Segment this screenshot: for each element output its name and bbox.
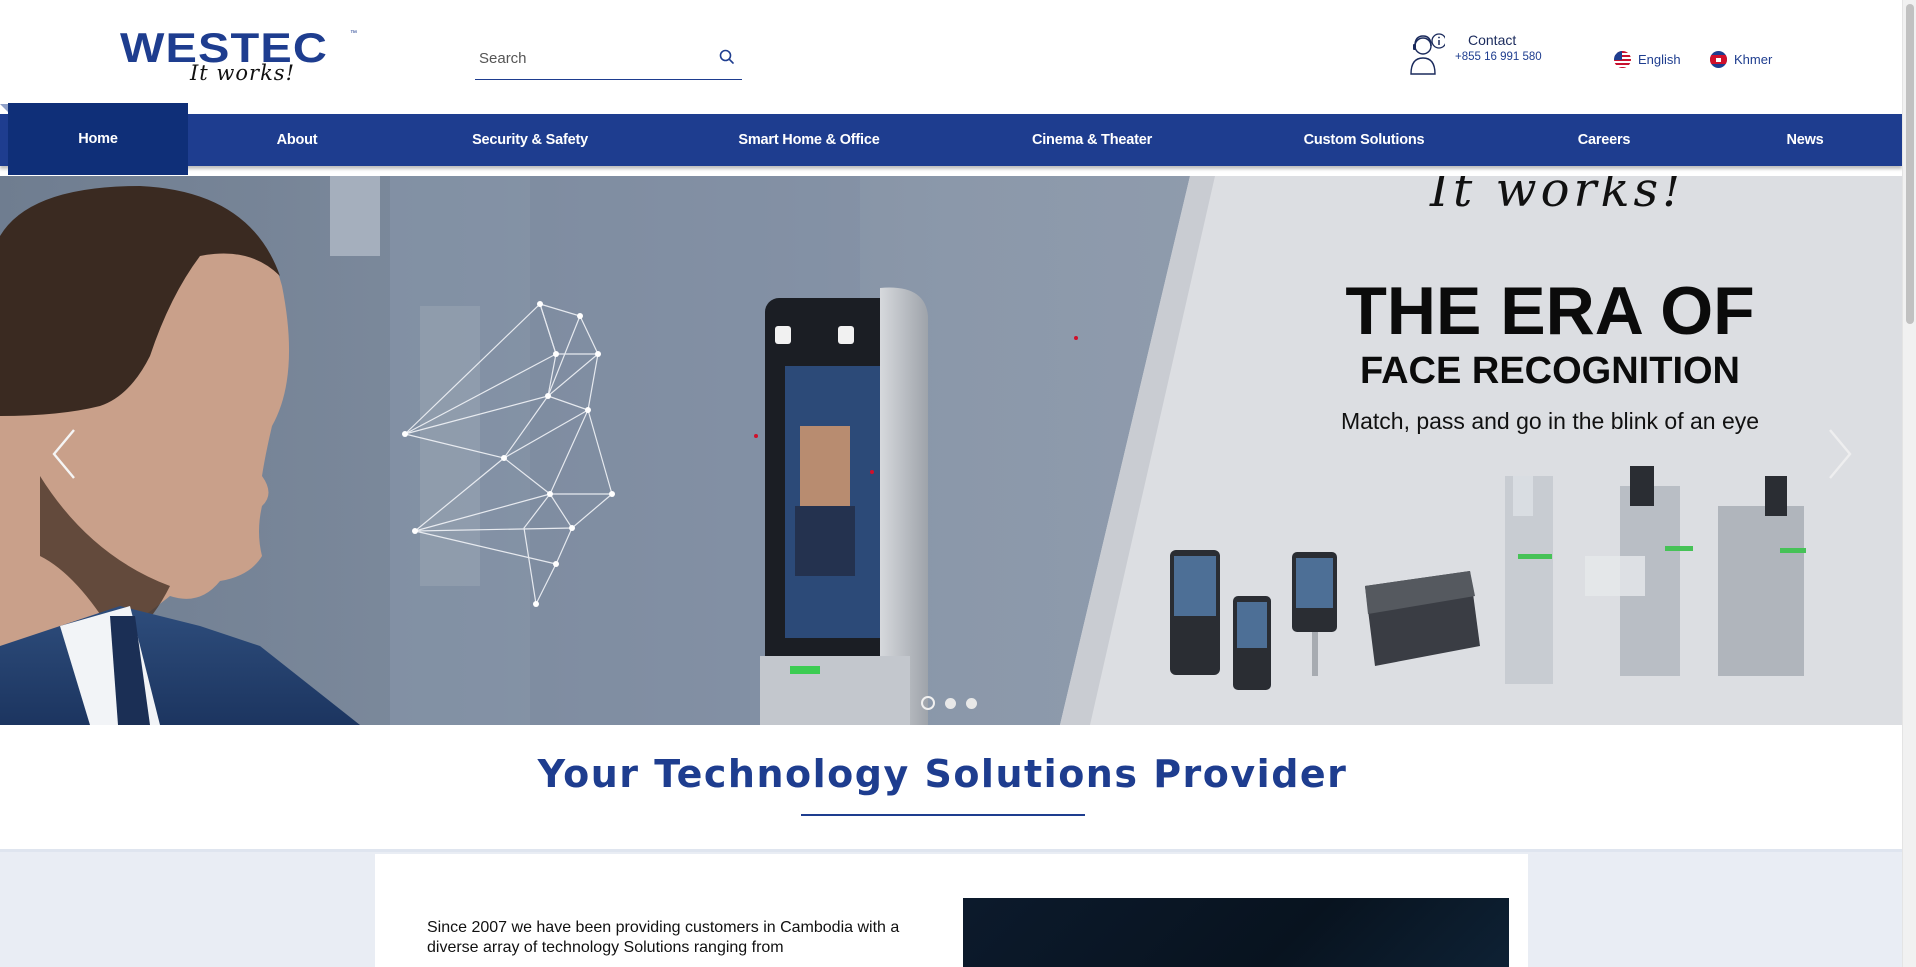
page-scrollbar[interactable] <box>1902 0 1916 967</box>
nav-item-smart-home-office[interactable]: Smart Home & Office <box>728 114 890 166</box>
hero-script-text: It works! <box>1430 176 1686 218</box>
nav-item-about[interactable]: About <box>247 114 347 166</box>
slider-dot-1[interactable] <box>921 696 935 710</box>
about-card: Since 2007 we have been providing custom… <box>375 854 1528 967</box>
heading-underline <box>801 814 1085 816</box>
nav-item-news[interactable]: News <box>1770 114 1840 166</box>
contact-widget[interactable]: Contact +855 16 991 580 <box>1405 28 1585 82</box>
nav-item-home[interactable]: Home <box>8 103 188 175</box>
slider-pagination <box>921 696 977 710</box>
slider-prev-arrow-icon[interactable] <box>46 424 86 484</box>
hero-subheadline: FACE RECOGNITION <box>1359 350 1741 392</box>
main-nav: Home About Security & Safety Smart Home … <box>0 103 1902 175</box>
slider-dot-3[interactable] <box>966 697 977 709</box>
nav-item-custom-solutions[interactable]: Custom Solutions <box>1296 114 1432 166</box>
hero-tagline: Match, pass and go in the blink of an ey… <box>1340 408 1760 434</box>
page: WESTEC ™ It works! Contact +855 16 991 5… <box>0 0 1902 967</box>
contact-title: Contact <box>1468 32 1517 48</box>
scrollbar-thumb[interactable] <box>1906 4 1914 324</box>
logo-tagline: It works! <box>190 61 296 85</box>
slider-dot-2[interactable] <box>945 697 956 709</box>
hero-headline: THE ERA OF <box>1345 273 1755 349</box>
westec-logo[interactable]: WESTEC ™ It works! <box>120 27 365 88</box>
search-box <box>475 40 742 80</box>
search-input[interactable] <box>479 46 699 70</box>
contact-phone[interactable]: +855 16 991 580 <box>1455 51 1542 63</box>
language-english-label: English <box>1638 52 1681 67</box>
language-khmer-label: Khmer <box>1734 52 1773 67</box>
logo-trademark: ™ <box>350 30 357 37</box>
language-english[interactable]: English <box>1614 51 1681 68</box>
section-heading: Your Technology Solutions Provider <box>537 752 1348 796</box>
search-icon[interactable] <box>718 48 736 66</box>
support-agent-icon <box>1410 33 1445 75</box>
hero-background-image <box>0 176 1902 725</box>
about-intro-text: Since 2007 we have been providing custom… <box>427 919 900 956</box>
about-media-image <box>963 898 1509 967</box>
slider-next-arrow-icon[interactable] <box>1818 424 1858 484</box>
nav-item-security-safety[interactable]: Security & Safety <box>460 114 600 166</box>
hero-slider: It works! THE ERA OF FACE RECOGNITION Ma… <box>0 176 1902 725</box>
us-flag-icon <box>1614 51 1631 68</box>
nav-item-cinema-theater[interactable]: Cinema & Theater <box>1024 114 1160 166</box>
cambodia-flag-icon <box>1710 51 1727 68</box>
nav-item-careers[interactable]: Careers <box>1560 114 1648 166</box>
language-khmer[interactable]: Khmer <box>1710 51 1772 68</box>
